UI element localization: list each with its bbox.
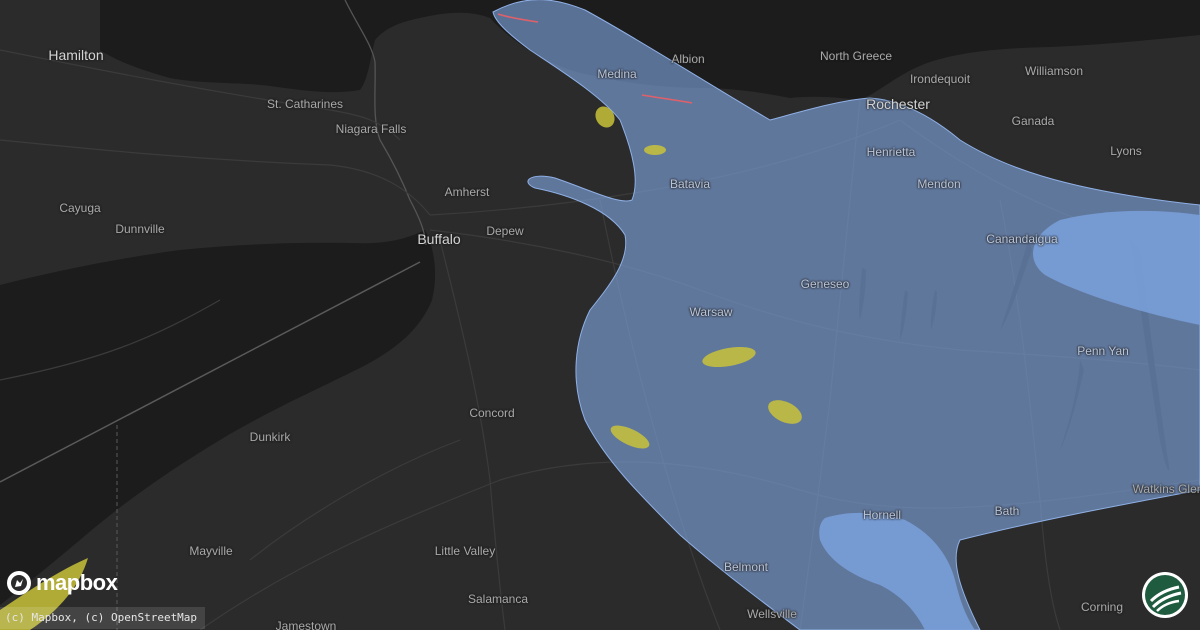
place-label-bath: Bath bbox=[994, 504, 1020, 518]
place-label-canandaigua: Canandaigua bbox=[986, 232, 1058, 246]
place-label-henrietta: Henrietta bbox=[866, 145, 916, 159]
map-canvas[interactable]: Hamilton St. Catharines Niagara Falls Ca… bbox=[0, 0, 1200, 630]
place-label-irondequoit: Irondequoit bbox=[909, 72, 971, 86]
place-label-hornell: Hornell bbox=[862, 508, 902, 522]
place-label-buffalo: Buffalo bbox=[417, 231, 461, 247]
place-label-penn-yan: Penn Yan bbox=[1077, 344, 1129, 358]
place-label-williamson: Williamson bbox=[1024, 64, 1084, 78]
place-label-rochester: Rochester bbox=[866, 96, 930, 112]
place-label-belmont: Belmont bbox=[723, 560, 769, 574]
place-label-lyons: Lyons bbox=[1110, 144, 1142, 158]
place-label-dunkirk: Dunkirk bbox=[249, 430, 291, 444]
hail-cell[interactable] bbox=[644, 145, 666, 155]
place-label-dunnville: Dunnville bbox=[115, 222, 165, 236]
map-attribution[interactable]: (c) Mapbox, (c) OpenStreetMap bbox=[0, 607, 206, 629]
mapbox-logo-text: mapbox bbox=[36, 570, 118, 595]
place-label-ganada: Ganada bbox=[1011, 114, 1055, 128]
place-label-corning: Corning bbox=[1080, 600, 1124, 614]
basemap bbox=[0, 0, 1200, 630]
place-label-concord: Concord bbox=[469, 406, 515, 420]
place-label-north-greece: North Greece bbox=[819, 49, 893, 63]
place-label-geneseo: Geneseo bbox=[800, 277, 850, 291]
place-label-niagara-falls: Niagara Falls bbox=[335, 122, 407, 136]
brand-badge-icon[interactable] bbox=[1141, 571, 1189, 619]
place-label-albion: Albion bbox=[671, 52, 705, 66]
place-label-little-valley: Little Valley bbox=[434, 544, 496, 558]
place-label-hamilton: Hamilton bbox=[48, 47, 104, 63]
place-label-batavia: Batavia bbox=[669, 177, 711, 191]
place-label-mendon: Mendon bbox=[917, 177, 961, 191]
place-label-depew: Depew bbox=[486, 224, 524, 238]
place-label-cayuga: Cayuga bbox=[59, 201, 101, 215]
place-label-amherst: Amherst bbox=[444, 185, 490, 199]
place-label-st-catharines: St. Catharines bbox=[266, 97, 344, 111]
place-label-mayville: Mayville bbox=[189, 544, 233, 558]
mapbox-logo[interactable]: mapbox bbox=[6, 570, 118, 596]
place-label-watkins-glen: Watkins Glen bbox=[1132, 482, 1200, 496]
place-label-medina: Medina bbox=[597, 67, 637, 81]
place-label-salamanca: Salamanca bbox=[467, 592, 529, 606]
place-label-wellsville: Wellsville bbox=[747, 607, 797, 621]
mapbox-logo-icon bbox=[7, 571, 31, 595]
place-label-warsaw: Warsaw bbox=[689, 305, 733, 319]
place-label-jamestown: Jamestown bbox=[275, 619, 337, 630]
